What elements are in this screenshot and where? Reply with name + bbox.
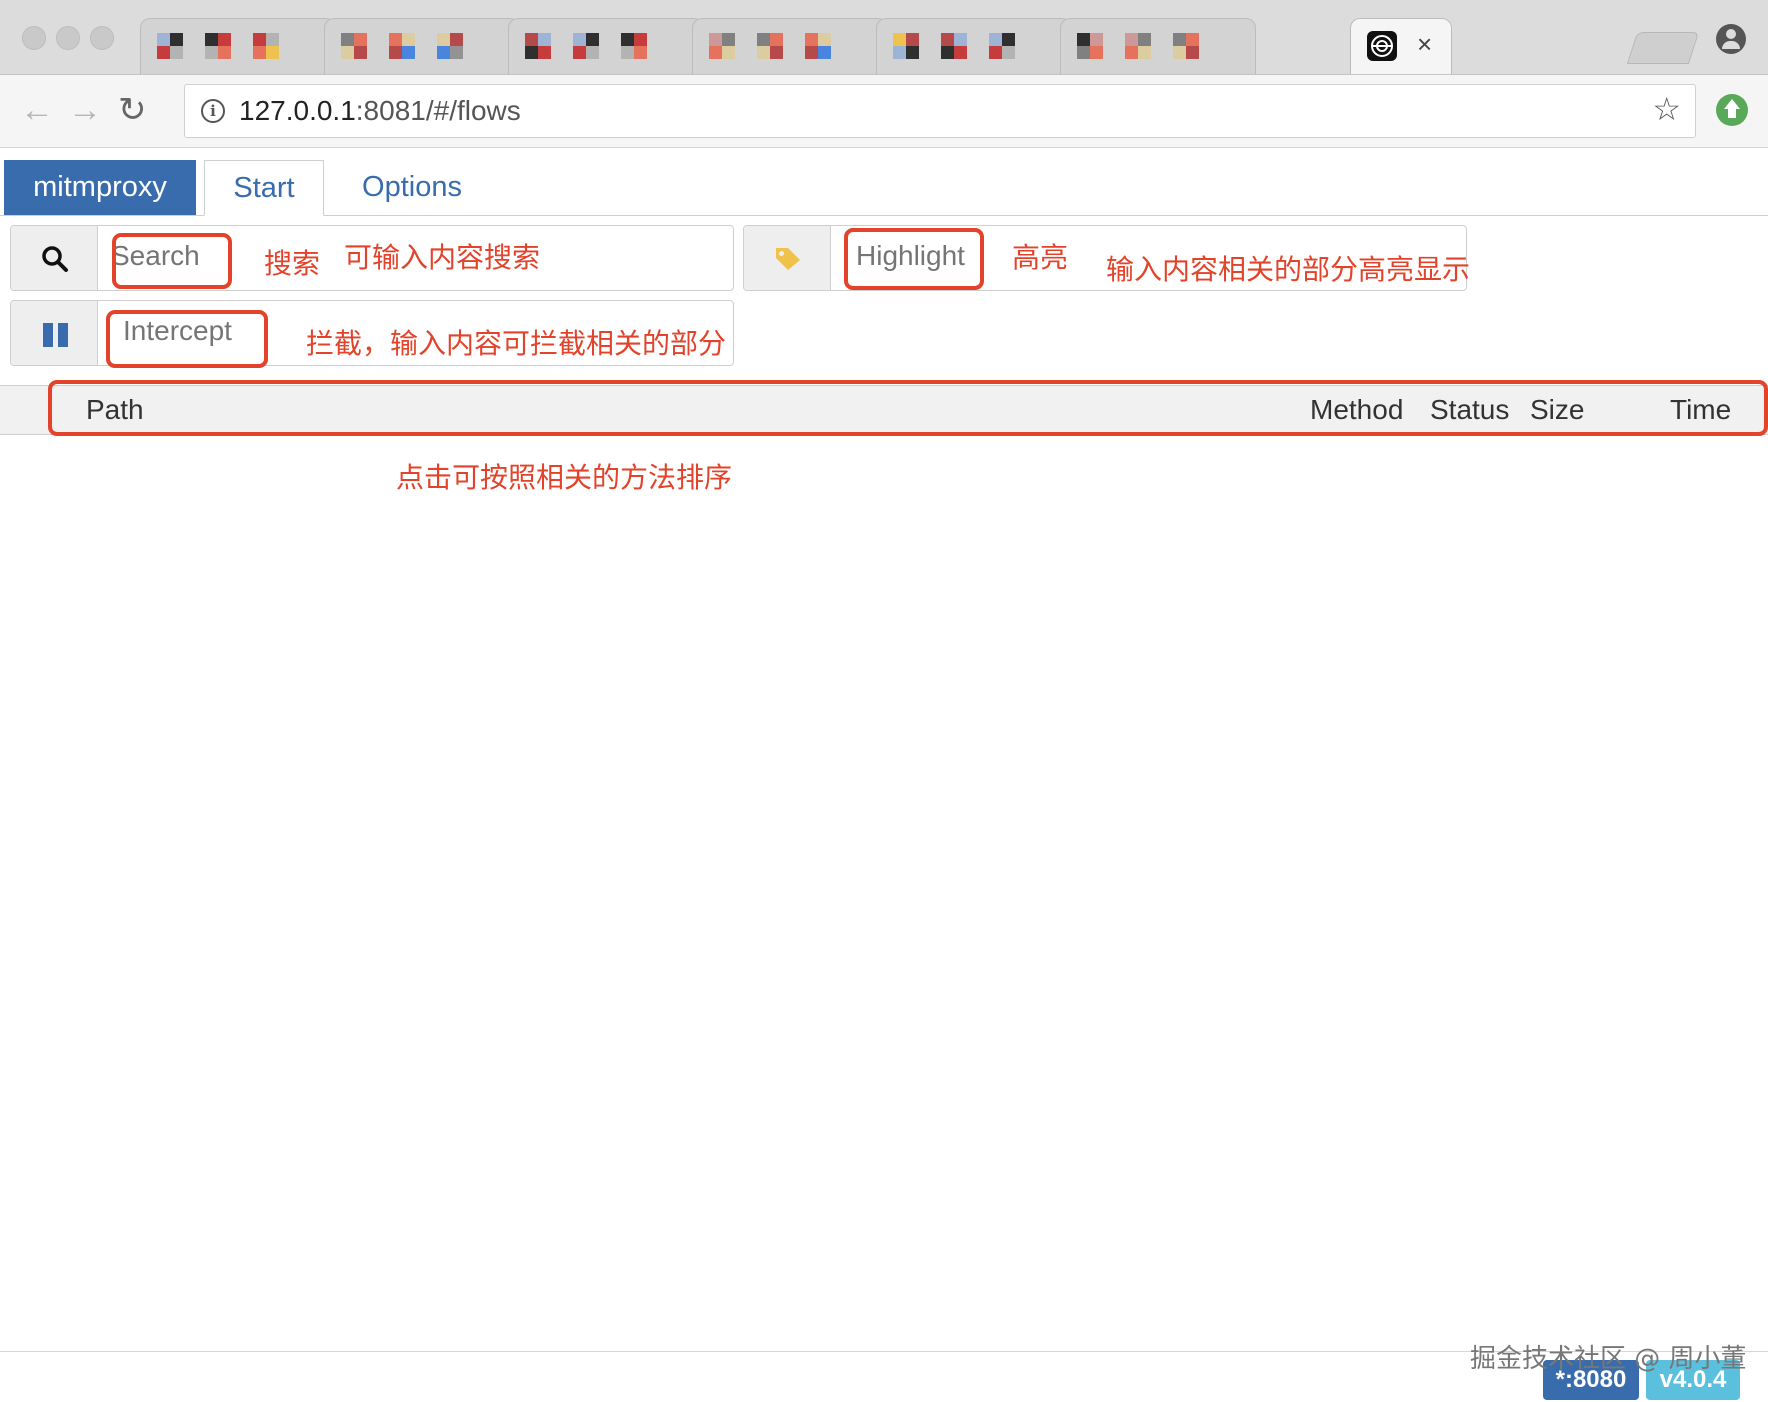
url-text: 127.0.0.1:8081/#/flows [239,95,521,127]
blurred-favicon-icon [157,33,183,59]
browser-tab[interactable] [692,18,888,74]
search-annotation-desc: 可输入内容搜索 [344,241,541,274]
blurred-favicon-icon [253,33,279,59]
tab-start[interactable]: Start [204,160,324,216]
sort-annotation-desc: 点击可按照相关的方法排序 [396,461,733,494]
back-arrow-icon[interactable]: ← [20,93,54,127]
browser-tab-strip: × [0,0,1768,75]
bookmark-star-icon[interactable]: ☆ [1652,91,1681,127]
highlight-annotation-label: 高亮 [1012,241,1069,274]
browser-tab[interactable] [508,18,704,74]
browser-tab[interactable] [324,18,520,74]
reload-icon[interactable]: ↻ [118,93,147,127]
url-path: :8081/#/flows [355,95,521,126]
browser-tab[interactable] [876,18,1072,74]
mitmproxy-header: mitmproxy Start Options [0,158,1768,216]
blurred-favicon-icon [1125,33,1151,59]
highlight-highlight-box [844,228,984,290]
blurred-favicon-icon [1077,33,1103,59]
zoom-window-button[interactable] [90,26,114,50]
search-highlight-box [112,233,232,289]
blurred-favicon-icon [709,33,735,59]
highlight-addon [744,226,831,290]
blurred-favicon-icon [989,33,1015,59]
forward-arrow-icon[interactable]: → [68,93,102,127]
blurred-favicon-icon [1173,33,1199,59]
highlight-annotation-desc: 输入内容相关的部分高亮显示 [1106,253,1471,286]
blurred-favicon-icon [573,33,599,59]
browser-toolbar: ← → ↻ i 127.0.0.1:8081/#/flows ☆ [0,75,1768,148]
extension-update-icon[interactable] [1716,94,1748,126]
tag-icon [776,248,800,270]
blurred-favicon-icon [341,33,367,59]
profile-icon[interactable] [1716,24,1746,54]
watermark: 掘金技术社区 @ 周小董 [1470,1344,1747,1374]
intercept-addon [11,301,98,365]
blurred-favicon-icon [205,33,231,59]
browser-tab[interactable] [1060,18,1256,74]
blurred-favicon-icon [437,33,463,59]
mitmproxy-brand-tab[interactable]: mitmproxy [4,160,196,215]
intercept-annotation-desc: 拦截，输入内容可拦截相关的部分 [306,327,727,360]
pause-icon [43,323,68,347]
url-host: 127.0.0.1 [239,95,356,126]
browser-tab-active[interactable]: × [1350,18,1452,74]
address-bar[interactable]: i 127.0.0.1:8081/#/flows ☆ [184,84,1696,138]
table-header-highlight-box [48,380,1768,436]
blurred-favicon-icon [941,33,967,59]
tab-options[interactable]: Options [350,160,474,216]
blurred-favicon-icon [757,33,783,59]
blurred-favicon-icon [805,33,831,59]
browser-tab[interactable] [140,18,336,74]
search-addon [11,226,98,290]
blurred-favicon-icon [621,33,647,59]
search-icon [42,246,68,272]
new-tab-button[interactable] [1626,32,1700,64]
mitmproxy-favicon-icon [1367,31,1397,61]
search-annotation-label: 搜索 [264,247,321,280]
info-icon[interactable]: i [201,99,225,123]
tab-close-button[interactable]: × [1417,31,1432,57]
minimize-window-button[interactable] [56,26,80,50]
close-window-button[interactable] [22,26,46,50]
intercept-highlight-box [106,310,268,368]
blurred-favicon-icon [893,33,919,59]
blurred-favicon-icon [389,33,415,59]
blurred-favicon-icon [525,33,551,59]
